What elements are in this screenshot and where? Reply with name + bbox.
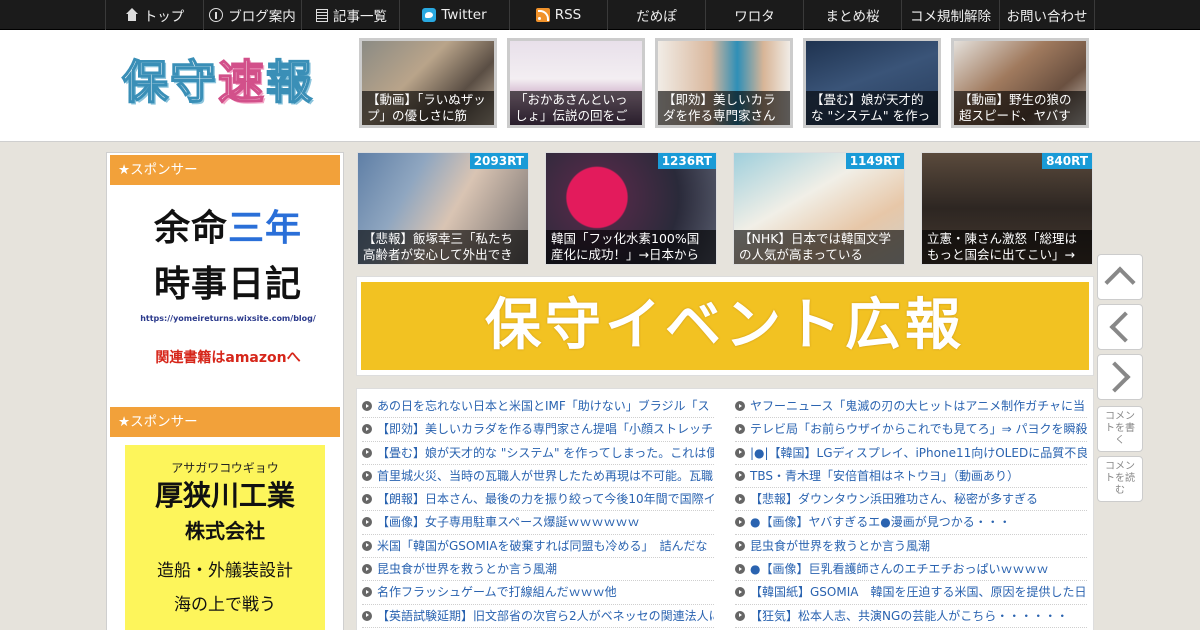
article-link[interactable]: 【畳む】娘が天才的な "システム" を作ってしまった。これは便: [362, 442, 714, 465]
article-link[interactable]: 【即効】美しいカラダを作る専門家さん提唱「小顔ストレッチ: [362, 418, 714, 442]
article-link[interactable]: ●【画像】巨乳看護師さんのエチエチおっぱいｗｗｗｗ: [735, 558, 1087, 582]
site-logo[interactable]: 保守速報: [121, 52, 314, 112]
featured-article[interactable]: 1236RT 韓国「フッ化水素100%国産化に成功！」→日本から原: [545, 152, 717, 265]
arrow-bullet-icon: [735, 517, 745, 528]
article-lists: あの日を忘れない日本と米国とIMF「助けない」ブラジル「ス 【即効】美しいカラダを…: [356, 388, 1094, 630]
nav-contact[interactable]: お問い合わせ: [999, 0, 1095, 30]
nav-article-list[interactable]: 記事一覧: [301, 0, 399, 30]
header-thumb[interactable]: 【畳む】娘が天才的な "システム" を作っ: [803, 38, 941, 128]
arrow-bullet-icon: [735, 494, 745, 505]
write-comment-button[interactable]: コメントを書く: [1097, 406, 1143, 452]
arrow-bullet-icon: [362, 424, 372, 435]
arrow-bullet-icon: [735, 470, 745, 481]
featured-article[interactable]: 840RT 立憲・陳さん激怒「総理はもっと国会に出てこい」→: [921, 152, 1093, 265]
sidebar: ★スポンサー 余命三年 時事日記 https://yomeireturns.wi…: [106, 152, 344, 630]
nav-twitter[interactable]: Twitter: [399, 0, 509, 30]
top-nav-bar: トップ ブログ案内 記事一覧 Twitter RSS だめぽ ワロタ まとめ桜 …: [0, 0, 1200, 30]
featured-article[interactable]: 2093RT 【悲報】飯塚幸三「私たち高齢者が安心して外出でき: [357, 152, 529, 265]
article-link[interactable]: 名作フラッシュゲームで打線組んだｗｗｗ他: [362, 581, 714, 605]
article-link[interactable]: ヤフーニュース「鬼滅の刃の大ヒットはアニメ制作ガチャに当: [735, 395, 1087, 419]
arrow-bullet-icon: [362, 401, 372, 411]
sponsor-heading: ★スポンサー: [110, 155, 340, 185]
sponsor-heading: ★スポンサー: [110, 407, 340, 437]
sponsor-ad-asagawa[interactable]: アサガワコウギョウ 厚狭川工業 株式会社 造船・外艤装設計 海の上で戦う: [125, 445, 325, 630]
nav-matome-sakura[interactable]: まとめ桜: [803, 0, 901, 30]
scroll-top-button[interactable]: [1097, 254, 1143, 300]
read-comment-button[interactable]: コメントを読む: [1097, 456, 1143, 502]
arrow-bullet-icon: [362, 587, 372, 598]
article-link[interactable]: 【韓国紙】GSOMIA 韓国を圧迫する米国、原因を提供した日: [735, 581, 1087, 605]
arrow-bullet-icon: [735, 564, 745, 575]
arrow-bullet-icon: [362, 470, 372, 481]
info-icon: [209, 8, 224, 22]
rss-icon: [535, 8, 550, 22]
article-link[interactable]: あの日を忘れない日本と米国とIMF「助けない」ブラジル「ス: [362, 395, 714, 419]
nav-comment-unblock[interactable]: コメ規制解除: [901, 0, 999, 30]
site-header: 保守速報 【動画】「ラいぬザップ」の優しさに筋 「おかあさんといっしょ」伝説の回…: [0, 30, 1200, 142]
article-list-right: ヤフーニュース「鬼滅の刃の大ヒットはアニメ制作ガチャに当 テレビ局「お前らウザイか…: [735, 395, 1087, 628]
article-link[interactable]: 【朗報】日本さん、最後の力を振り絞って今後10年間で国際イ: [362, 488, 714, 512]
article-link[interactable]: |●|【韓国】LGディスプレイ、iPhone11向けOLEDに品質不良発生: [735, 442, 1087, 465]
article-link[interactable]: 【画像】女子専用駐車スペース爆誕ｗｗｗｗｗｗ: [362, 511, 714, 535]
header-thumb[interactable]: 「おかあさんといっしょ」伝説の回をご: [507, 38, 645, 128]
arrow-bullet-icon: [735, 424, 745, 435]
article-link[interactable]: 首里城火災、当時の瓦職人が世界したため再現は不可能。瓦職: [362, 465, 714, 489]
chevron-up-icon: [1104, 266, 1136, 298]
nav-damepo[interactable]: だめぽ: [607, 0, 705, 30]
header-thumb[interactable]: 【動画】野生の狼の超スピード、ヤバす: [951, 38, 1089, 128]
arrow-bullet-icon: [362, 564, 372, 575]
next-article-button[interactable]: [1097, 354, 1143, 400]
article-link[interactable]: ●【画像】ヤバすぎるエ●漫画が見つかる・・・: [735, 511, 1087, 535]
nav-rss[interactable]: RSS: [509, 0, 607, 30]
twitter-icon: [422, 8, 437, 22]
nav-top[interactable]: トップ: [105, 0, 203, 30]
retweet-count-badge: 2093RT: [469, 153, 528, 169]
event-banner[interactable]: 保守イベント広報: [356, 276, 1094, 376]
arrow-bullet-icon: [735, 610, 745, 621]
featured-article[interactable]: 1149RT 【NHK】日本では韓国文学の人気が高まっている: [733, 152, 905, 265]
article-list-left: あの日を忘れない日本と米国とIMF「助けない」ブラジル「ス 【即効】美しいカラダを…: [362, 395, 714, 628]
retweet-count-badge: 1149RT: [845, 153, 904, 169]
header-thumb[interactable]: 【動画】「ラいぬザップ」の優しさに筋: [359, 38, 497, 128]
arrow-bullet-icon: [735, 540, 745, 551]
arrow-bullet-icon: [735, 447, 745, 458]
article-link[interactable]: テレビ局「お前らウザイからこれでも見てろ」⇒ パヨクを瞬殺: [735, 418, 1087, 442]
sponsor-ad-yomei[interactable]: 余命三年 時事日記 https://yomeireturns.wixsite.c…: [123, 201, 333, 381]
arrow-bullet-icon: [362, 447, 372, 458]
arrow-bullet-icon: [362, 494, 372, 505]
arrow-bullet-icon: [362, 517, 372, 528]
arrow-bullet-icon: [735, 587, 745, 598]
article-link[interactable]: TBS・青木理「安倍首相はネトウヨ」（動画あり）: [735, 465, 1087, 489]
prev-article-button[interactable]: [1097, 304, 1143, 350]
article-link[interactable]: 【英語試験延期】旧文部省の次官ら2人がベネッセの関連法人に: [362, 605, 714, 628]
chevron-right-icon: [1099, 361, 1131, 393]
article-link[interactable]: 昆虫食が世界を救うとか言う風潮: [735, 535, 1087, 559]
event-banner-text: 保守イベント広報: [361, 282, 1089, 370]
nav-blog-guide[interactable]: ブログ案内: [203, 0, 301, 30]
arrow-bullet-icon: [362, 610, 372, 621]
article-link[interactable]: 【狂気】松本人志、共演NGの芸能人がこちら・・・・・・: [735, 605, 1087, 628]
article-link[interactable]: 米国「韓国がGSOMIAを破棄すれば同盟も冷める」 詰んだな: [362, 535, 714, 559]
home-icon: [125, 8, 139, 22]
retweet-count-badge: 840RT: [1042, 153, 1092, 169]
arrow-bullet-icon: [362, 540, 372, 551]
nav-warota[interactable]: ワロタ: [705, 0, 803, 30]
retweet-count-badge: 1236RT: [657, 153, 716, 169]
arrow-bullet-icon: [735, 401, 745, 411]
article-link[interactable]: 昆虫食が世界を救うとか言う風潮: [362, 558, 714, 582]
article-link[interactable]: 【悲報】ダウンタウン浜田雅功さん、秘密が多すぎる: [735, 488, 1087, 512]
list-icon: [314, 8, 328, 22]
top-nav: トップ ブログ案内 記事一覧 Twitter RSS だめぽ ワロタ まとめ桜 …: [105, 0, 1095, 30]
amazon-link[interactable]: 関連書籍はamazonへ: [123, 347, 333, 367]
header-thumb[interactable]: 【即効】美しいカラダを作る専門家さん: [655, 38, 793, 128]
chevron-left-icon: [1109, 311, 1141, 343]
